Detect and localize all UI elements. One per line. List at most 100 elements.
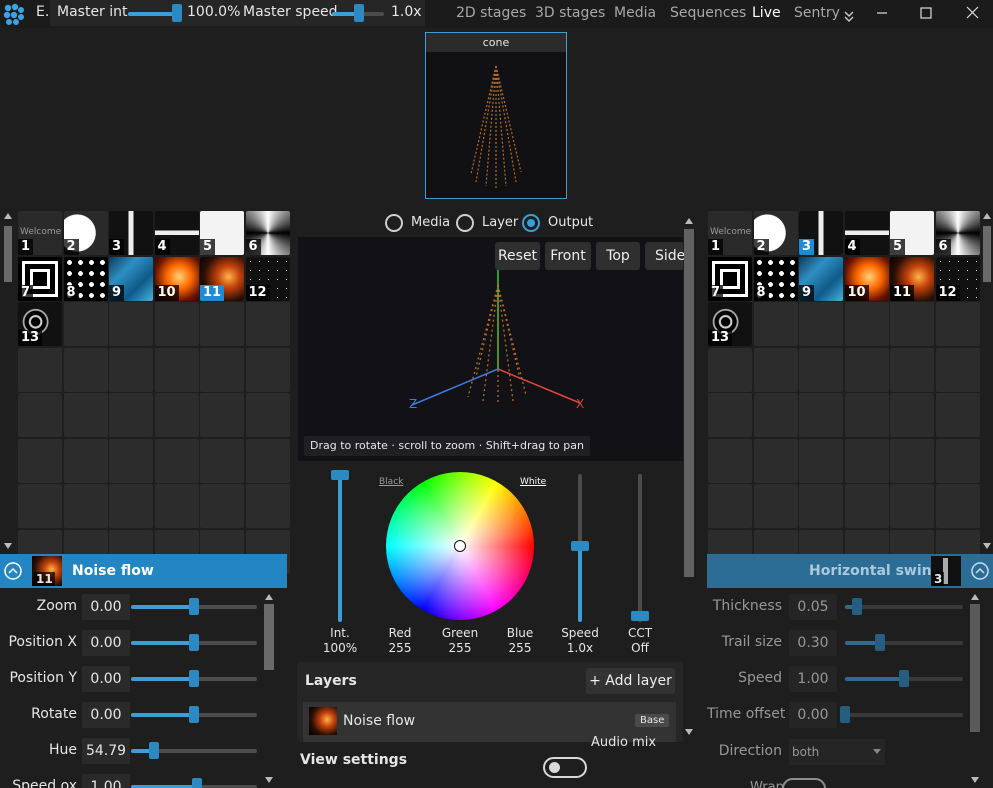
scroll-down-icon[interactable] <box>264 776 274 784</box>
close-icon[interactable] <box>966 6 979 19</box>
media-tile-1[interactable]: Welcome 1 <box>708 211 752 255</box>
right-grid-scrollbar[interactable] <box>983 226 991 282</box>
empty-tile-slot[interactable] <box>245 393 290 437</box>
prop-value-input[interactable]: 0.00 <box>789 702 837 728</box>
empty-tile-slot[interactable] <box>890 347 934 392</box>
direction-select[interactable]: both <box>789 739 885 765</box>
white-button[interactable]: White <box>520 477 546 487</box>
scroll-down-icon[interactable] <box>3 542 13 550</box>
prop-slider[interactable] <box>845 605 963 609</box>
empty-tile-slot[interactable] <box>154 438 199 483</box>
maximize-icon[interactable] <box>920 7 932 19</box>
empty-tile-slot[interactable] <box>753 438 798 483</box>
media-tile-3[interactable]: 3 <box>109 211 153 255</box>
prop-value-input[interactable]: 54.79 <box>82 738 130 764</box>
empty-tile-slot[interactable] <box>18 347 62 392</box>
cct-handle[interactable] <box>631 611 649 621</box>
empty-tile-slot[interactable] <box>935 347 980 392</box>
media-tile-13[interactable]: 13 <box>708 302 752 346</box>
master-speed-handle[interactable] <box>354 4 364 22</box>
media-tile-1[interactable]: Welcome 1 <box>18 211 62 255</box>
media-tile-3[interactable]: 3 <box>799 211 843 255</box>
minimize-icon[interactable] <box>876 7 888 19</box>
view-settings-toggle[interactable]: View settings <box>300 752 407 768</box>
empty-tile-slot[interactable] <box>844 302 889 346</box>
prop-slider-handle[interactable] <box>189 670 199 687</box>
empty-tile-slot[interactable] <box>844 347 889 392</box>
prop-value-input[interactable]: 0.30 <box>789 630 837 656</box>
scroll-down-icon[interactable] <box>982 542 992 550</box>
color-wheel[interactable] <box>386 472 534 620</box>
empty-tile-slot[interactable] <box>18 393 62 437</box>
media-tile-10[interactable]: 10 <box>154 256 199 301</box>
speed-handle[interactable] <box>571 541 589 551</box>
intensity-slider[interactable] <box>338 474 342 622</box>
media-tile-2[interactable]: 2 <box>63 211 108 255</box>
nav-sequences[interactable]: Sequences <box>670 5 746 21</box>
empty-tile-slot[interactable] <box>890 302 934 346</box>
audio-mix-toggle[interactable] <box>543 757 587 778</box>
empty-tile-slot[interactable] <box>154 484 199 528</box>
empty-tile-slot[interactable] <box>708 393 752 437</box>
media-tile-8[interactable]: 8 <box>753 256 798 301</box>
prop-slider[interactable] <box>845 641 963 645</box>
empty-tile-slot[interactable] <box>245 347 290 392</box>
empty-tile-slot[interactable] <box>799 484 843 528</box>
empty-tile-slot[interactable] <box>200 438 244 483</box>
empty-tile-slot[interactable] <box>63 393 108 437</box>
empty-tile-slot[interactable] <box>753 484 798 528</box>
empty-tile-slot[interactable] <box>18 484 62 528</box>
prop-slider-handle[interactable] <box>148 742 159 759</box>
empty-tile-slot[interactable] <box>935 393 980 437</box>
media-tile-9[interactable]: 9 <box>109 256 153 301</box>
viewport-top-button[interactable]: Top <box>596 242 640 270</box>
left-props-scrollbar[interactable] <box>264 604 274 670</box>
empty-tile-slot[interactable] <box>109 347 153 392</box>
scroll-up-icon[interactable] <box>684 217 694 225</box>
empty-tile-slot[interactable] <box>200 302 244 346</box>
empty-tile-slot[interactable] <box>109 393 153 437</box>
scroll-up-icon[interactable] <box>970 593 980 601</box>
prop-slider-handle[interactable] <box>189 634 199 651</box>
left-panel-header[interactable]: 11 Noise flow <box>0 554 287 588</box>
media-tile-7[interactable]: 7 <box>708 256 752 301</box>
empty-tile-slot[interactable] <box>799 302 843 346</box>
empty-tile-slot[interactable] <box>63 484 108 528</box>
media-tile-5[interactable]: 5 <box>200 211 244 255</box>
scroll-up-icon[interactable] <box>264 593 274 601</box>
prop-value-input[interactable]: 0.00 <box>82 630 130 656</box>
viewport-reset-button[interactable]: Reset <box>495 242 540 270</box>
empty-tile-slot[interactable] <box>200 393 244 437</box>
empty-tile-slot[interactable] <box>63 347 108 392</box>
prop-slider-handle[interactable] <box>840 706 850 723</box>
prop-slider-handle[interactable] <box>851 598 862 615</box>
nav-2d-stages[interactable]: 2D stages <box>456 5 526 21</box>
empty-tile-slot[interactable] <box>154 302 199 346</box>
media-tile-11[interactable]: 11 <box>890 256 934 301</box>
right-panel-header[interactable]: Horizontal swing 3 <box>707 554 993 588</box>
viewport-front-button[interactable]: Front <box>545 242 591 270</box>
empty-tile-slot[interactable] <box>890 438 934 483</box>
empty-tile-slot[interactable] <box>245 438 290 483</box>
radio-layer[interactable] <box>456 214 474 232</box>
empty-tile-slot[interactable] <box>708 484 752 528</box>
media-tile-4[interactable]: 4 <box>844 211 889 255</box>
media-tile-5[interactable]: 5 <box>890 211 934 255</box>
empty-tile-slot[interactable] <box>63 438 108 483</box>
scroll-up-icon[interactable] <box>3 212 13 220</box>
radio-output[interactable] <box>522 214 540 232</box>
empty-tile-slot[interactable] <box>799 347 843 392</box>
radio-media[interactable] <box>385 214 403 232</box>
empty-tile-slot[interactable] <box>935 438 980 483</box>
prop-slider-handle[interactable] <box>189 598 199 615</box>
empty-tile-slot[interactable] <box>708 347 752 392</box>
media-tile-12[interactable]: 12 <box>935 256 980 301</box>
prop-slider[interactable] <box>845 713 963 717</box>
prop-value-input[interactable]: 0.00 <box>82 702 130 728</box>
empty-tile-slot[interactable] <box>109 438 153 483</box>
empty-tile-slot[interactable] <box>890 484 934 528</box>
nav-live[interactable]: Live <box>752 5 781 21</box>
media-tile-4[interactable]: 4 <box>154 211 199 255</box>
empty-tile-slot[interactable] <box>154 393 199 437</box>
empty-tile-slot[interactable] <box>935 484 980 528</box>
